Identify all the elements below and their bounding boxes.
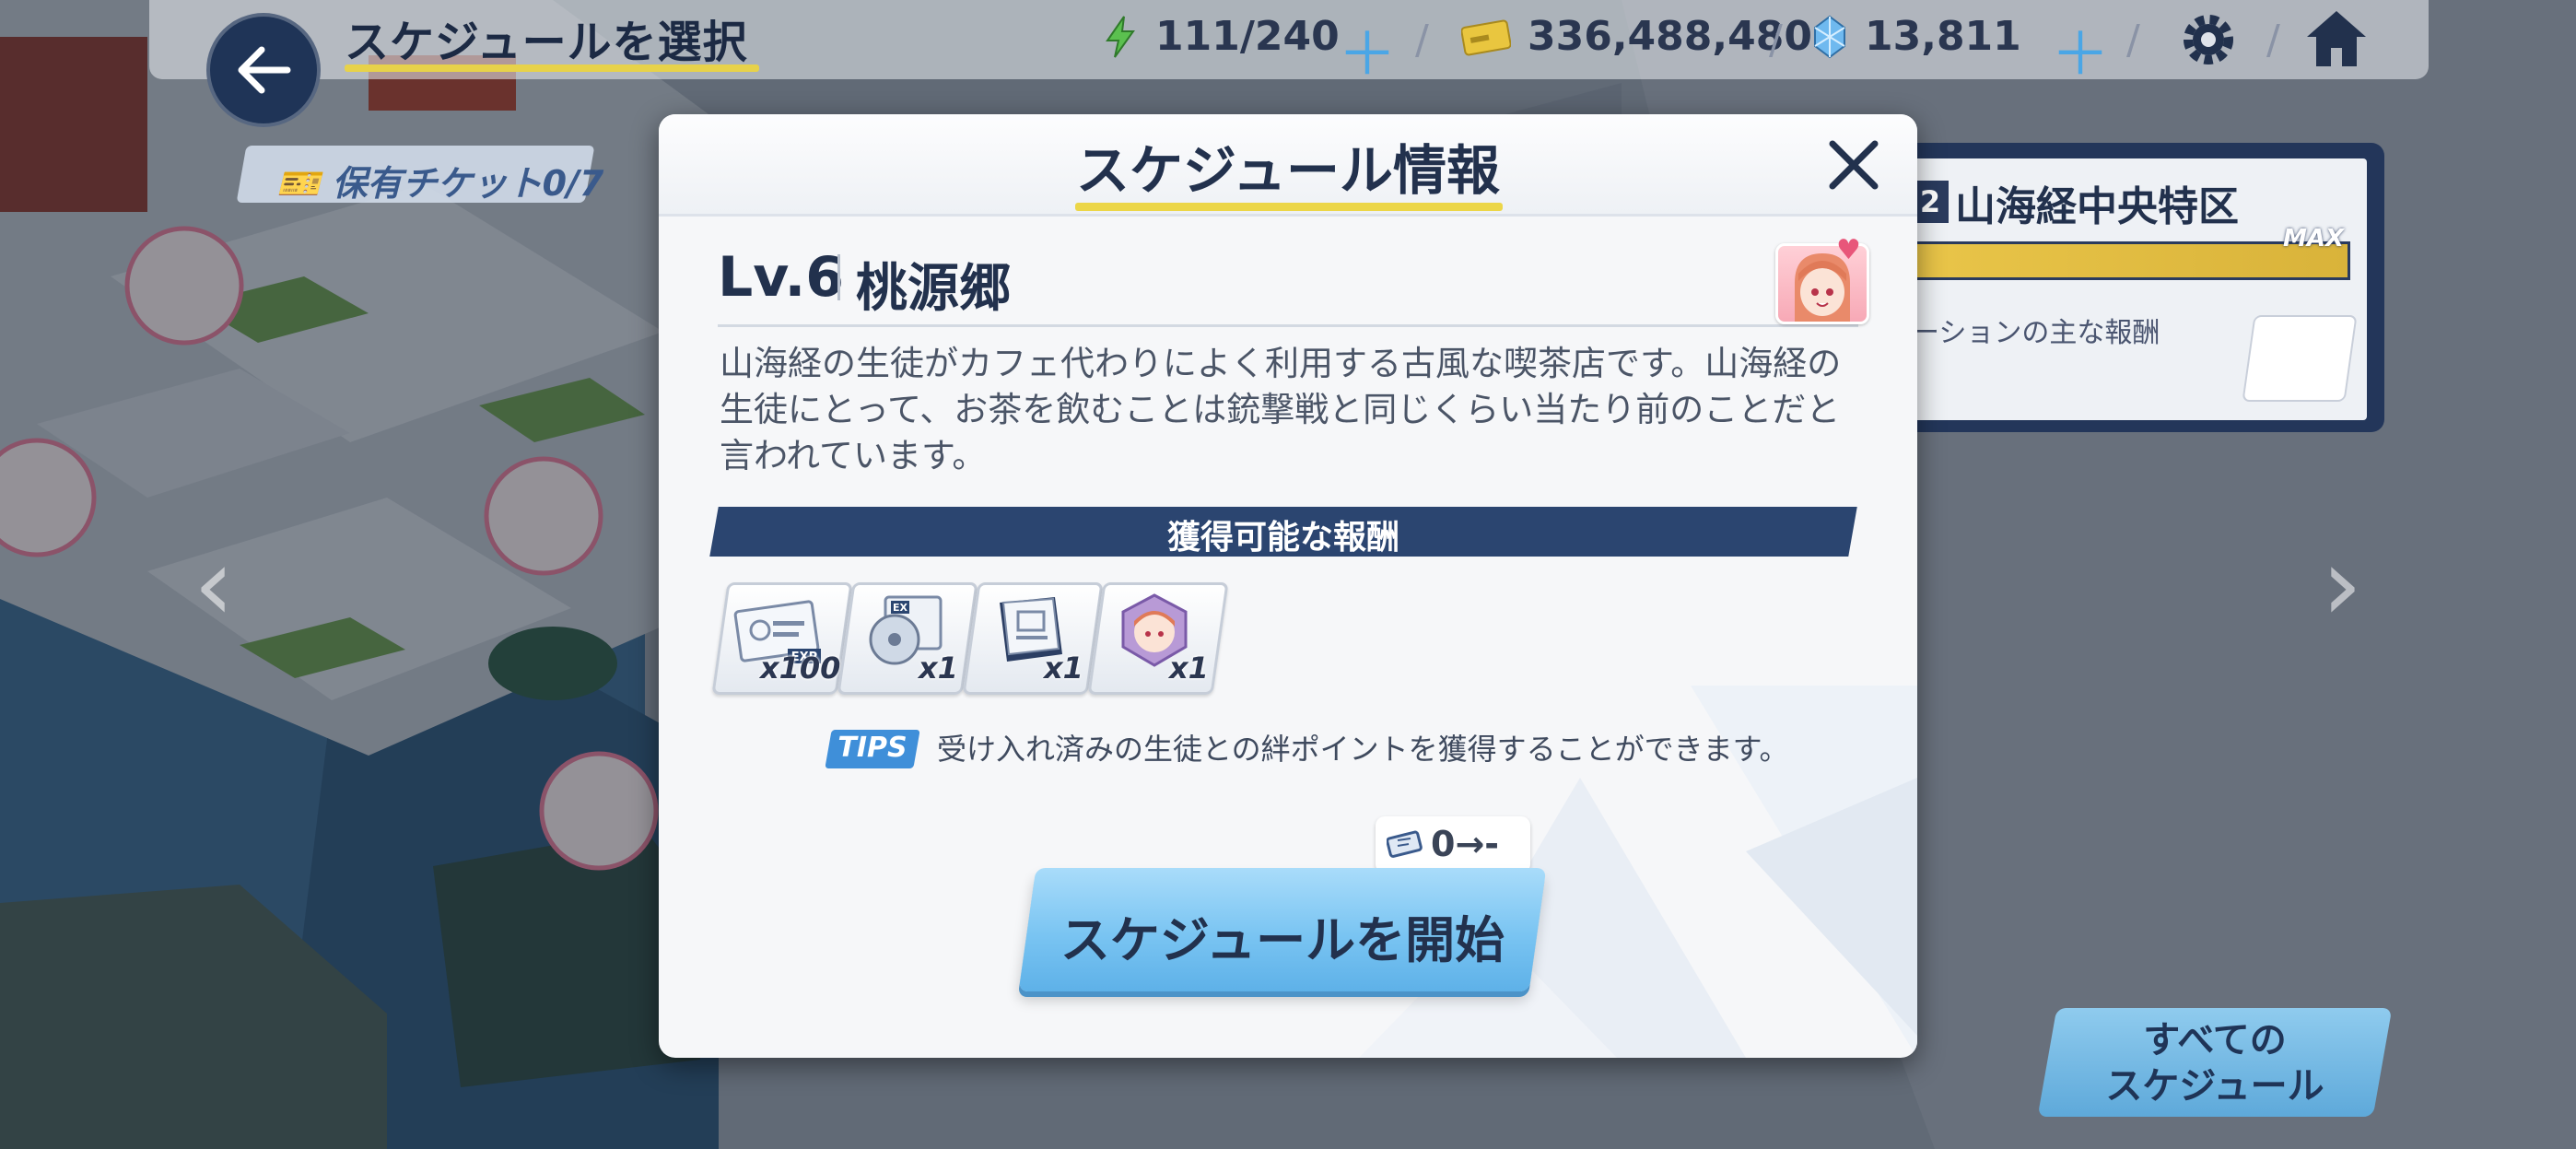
ticket-icon	[1387, 830, 1423, 858]
tips-text: 受け入れ済みの生徒との絆ポイントを獲得することができます。	[937, 732, 1789, 767]
gems-value: 13,811	[1865, 13, 2021, 60]
ap-plus-button[interactable]: ＋	[1338, 7, 1397, 92]
close-icon[interactable]	[1821, 133, 1886, 197]
separator: /	[2126, 17, 2140, 64]
page-title-underline	[345, 64, 759, 72]
ticket-count-value: 0/7	[542, 163, 604, 204]
level-divider	[837, 254, 840, 300]
reward-qty: x1	[1044, 651, 1083, 686]
modal-title: スケジュール情報	[1076, 139, 1500, 202]
separator: /	[1769, 17, 1783, 64]
ticket-icon: 🎫	[276, 163, 321, 204]
ticket-cost: 0→-	[1431, 824, 1499, 864]
all-schedules-label: すべての スケジュール	[2105, 1019, 2324, 1108]
gear-icon[interactable]	[2178, 9, 2239, 70]
max-label: MAX	[2283, 225, 2345, 252]
modal-title-underline	[1075, 203, 1503, 211]
reward-qty: x100	[760, 651, 841, 686]
prev-arrow-icon[interactable]: ‹	[193, 525, 234, 643]
gem-icon	[1814, 15, 1845, 58]
lightning-icon	[1106, 15, 1135, 58]
ex-tag: EX	[893, 602, 908, 614]
schedule-description: 山海経の生徒がカフェ代わりによく利用する古風な喫茶店です。山海経の生徒にとって、…	[720, 344, 1842, 475]
arrow-right-icon: →	[1455, 824, 1485, 864]
start-schedule-label: スケジュールを開始	[1060, 911, 1505, 969]
schedule-level: Lv.6	[718, 245, 844, 310]
page-title: スケジュールを選択	[345, 17, 748, 68]
ap-display: 111/240	[1102, 13, 1340, 60]
separator: /	[1415, 17, 1429, 64]
back-arrow-icon	[238, 46, 291, 94]
location-reward-subtitle: ーションの主な報酬	[1912, 317, 2160, 349]
home-icon[interactable]	[2303, 7, 2370, 70]
separator: /	[2266, 17, 2280, 64]
ticket-label-text: 保有チケット	[332, 163, 543, 204]
gems-plus-button[interactable]: ＋	[2051, 7, 2110, 92]
header-rule	[718, 324, 1858, 327]
credit-card-icon	[1461, 19, 1511, 55]
gems-display: 13,811	[1811, 13, 2021, 60]
reward-qty: x1	[1169, 651, 1209, 686]
next-arrow-icon[interactable]: ›	[2322, 525, 2362, 643]
location-title: 山海経中央特区	[1955, 183, 2239, 230]
back-button[interactable]	[206, 13, 321, 127]
ticket-cost-after: -	[1484, 824, 1500, 864]
ap-value: 111/240	[1155, 13, 1340, 60]
schedule-info-modal: スケジュール情報 Lv.6 桃源郷 ♥ 山海経の生徒がカフェ代わりによく利用する…	[659, 114, 1917, 1058]
ticket-cost-before: 0	[1431, 824, 1456, 864]
heart-icon: ♥	[1836, 234, 1861, 266]
schedule-location-name: 桃源郷	[856, 259, 1011, 319]
ticket-count-label: 🎫 保有チケット0/7	[276, 155, 603, 205]
reward-qty: x1	[919, 651, 958, 686]
location-rank-badge: 2	[1912, 181, 1949, 223]
credits-display: 336,488,480	[1461, 13, 1812, 60]
tips-label: TIPS	[837, 732, 907, 764]
rewards-header: 獲得可能な報酬	[1166, 519, 1399, 557]
ticket-reward-icon	[2242, 315, 2358, 402]
